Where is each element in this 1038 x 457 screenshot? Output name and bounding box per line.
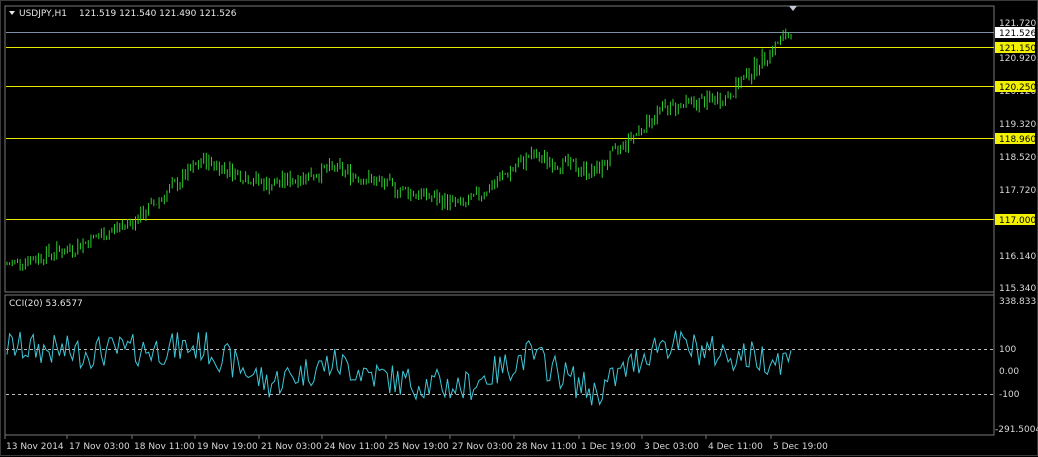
- cci-label: -100: [999, 390, 1020, 400]
- time-label: 27 Nov 03:00: [452, 442, 513, 452]
- level-tag-text: 118.960: [999, 135, 1036, 145]
- price-panel: [4, 5, 995, 293]
- time-label: 3 Dec 03:00: [644, 442, 699, 452]
- ohlc-header: 121.519 121.540 121.490 121.526: [79, 9, 237, 19]
- price-label: 118.520: [999, 153, 1036, 163]
- time-axis[interactable]: 13 Nov 2014 17 Nov 03:00 18 Nov 11:00 19…: [4, 435, 828, 452]
- level-tag-text: 117.000: [999, 216, 1036, 226]
- cci-axis[interactable]: 338.833 100 0.00 -100 -291.5004: [995, 297, 1038, 435]
- price-label: 116.140: [999, 252, 1036, 262]
- time-label: 13 Nov 2014: [6, 442, 64, 452]
- time-label: 4 Dec 11:00: [708, 442, 763, 452]
- current-price-tag-text: 121.526: [999, 29, 1036, 39]
- price-label: 120.920: [999, 54, 1036, 64]
- time-label: 17 Nov 03:00: [69, 442, 130, 452]
- cci-label: 100: [999, 345, 1016, 355]
- price-label: 117.720: [999, 186, 1036, 196]
- time-label: 21 Nov 03:00: [261, 442, 322, 452]
- cci-label: -291.5004: [995, 425, 1038, 435]
- price-axis[interactable]: 121.720 120.920 120.120 119.320 118.520 …: [999, 19, 1036, 294]
- price-chart-canvas[interactable]: USDJPY,H1 121.519 121.540 121.490 121.52…: [1, 1, 1038, 457]
- price-label: 119.320: [999, 120, 1036, 130]
- time-label: 5 Dec 19:00: [773, 442, 828, 452]
- cci-label: 0.00: [999, 367, 1019, 377]
- time-label: 19 Nov 19:00: [197, 442, 258, 452]
- cci-label: 338.833: [999, 297, 1036, 307]
- symbol-header: USDJPY,H1: [19, 9, 67, 19]
- price-label: 115.340: [999, 284, 1036, 294]
- time-label: 24 Nov 11:00: [324, 442, 385, 452]
- time-label: 1 Dec 19:00: [581, 442, 636, 452]
- level-tag-text: 121.150: [999, 44, 1036, 54]
- time-label: 28 Nov 11:00: [516, 442, 577, 452]
- time-label: 18 Nov 11:00: [134, 442, 195, 452]
- time-label: 25 Nov 19:00: [388, 442, 449, 452]
- chart-window[interactable]: USDJPY,H1 121.519 121.540 121.490 121.52…: [0, 0, 1038, 456]
- level-tag-text: 120.250: [999, 83, 1036, 93]
- cci-header: CCI(20) 53.6577: [9, 299, 83, 309]
